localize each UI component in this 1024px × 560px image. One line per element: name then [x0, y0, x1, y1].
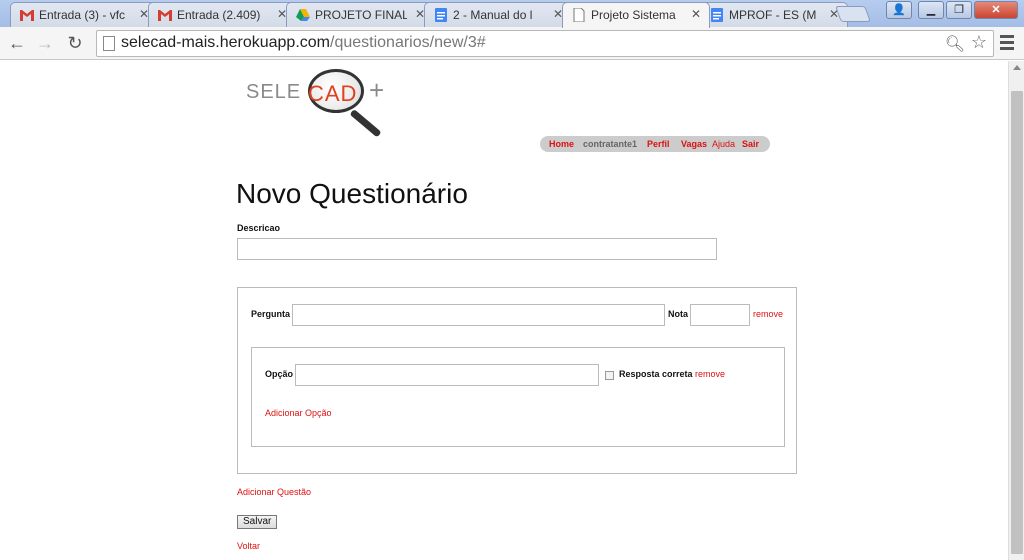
user-icon[interactable]: 👤: [886, 1, 912, 19]
forward-arrow-icon[interactable]: →: [34, 33, 56, 55]
opcao-input[interactable]: [295, 364, 599, 386]
zoom-icon[interactable]: 🔍︎: [945, 34, 965, 54]
top-nav: Home contratante1 Perfil Vagas Ajuda Sai…: [540, 136, 770, 152]
new-tab-button[interactable]: [835, 6, 871, 22]
nav-ajuda[interactable]: Ajuda: [712, 136, 735, 152]
opcao-label: Opção: [265, 369, 294, 379]
docs-icon: [709, 8, 725, 22]
add-question-link[interactable]: Adicionar Questão: [237, 487, 311, 497]
url-text: selecad-mais.herokuapp.com/questionarios…: [121, 34, 486, 51]
page-icon: [571, 7, 587, 23]
magnifier-handle: [349, 109, 382, 138]
descricao-input[interactable]: [237, 238, 717, 260]
reload-icon[interactable]: ↻: [64, 33, 86, 55]
remove-option-link[interactable]: remove: [695, 369, 725, 379]
tab-gmail-2[interactable]: Entrada (2.409) ✕: [148, 2, 296, 27]
pergunta-label: Pergunta: [251, 309, 291, 319]
page-icon: [103, 36, 115, 51]
bookmark-star-icon[interactable]: ☆: [971, 32, 987, 53]
option-box: Opção Resposta correta remove Adicionar …: [251, 347, 785, 447]
resposta-correta-label: Resposta correta: [619, 369, 693, 379]
descricao-label: Descricao: [237, 223, 281, 233]
nav-home[interactable]: Home: [549, 136, 574, 152]
gmail-icon: [19, 8, 35, 22]
window-close-button[interactable]: ✕: [974, 1, 1018, 19]
selecad-logo[interactable]: SELE CAD +: [246, 67, 406, 138]
tab-drive[interactable]: PROJETO FINAL ✕: [286, 2, 434, 27]
address-bar[interactable]: selecad-mais.herokuapp.com/questionarios…: [96, 30, 994, 57]
nav-username: contratante1: [583, 139, 638, 149]
drive-icon: [295, 8, 311, 22]
nav-perfil[interactable]: Perfil: [647, 136, 670, 152]
gmail-icon: [157, 8, 173, 22]
vertical-scrollbar[interactable]: [1008, 61, 1024, 560]
nav-vagas[interactable]: Vagas: [681, 136, 707, 152]
tab-strip: Entrada (3) - vfc ✕ Entrada (2.409) ✕ PR…: [0, 0, 1024, 28]
nota-label: Nota: [668, 309, 688, 319]
scrollbar-thumb[interactable]: [1011, 91, 1023, 554]
back-arrow-icon[interactable]: ←: [6, 33, 28, 55]
back-link[interactable]: Voltar: [237, 541, 260, 551]
page-title: Novo Questionário: [236, 178, 468, 209]
tab-docs-2[interactable]: MPROF - ES (M ✕: [700, 2, 848, 27]
scroll-up-arrow-icon[interactable]: [1013, 65, 1021, 70]
browser-toolbar: ← → ↻ selecad-mais.herokuapp.com/questio…: [0, 27, 1024, 60]
pergunta-input[interactable]: [292, 304, 665, 326]
tab-active-projeto[interactable]: Projeto Sistema ✕: [562, 2, 710, 28]
resposta-correta-checkbox[interactable]: [605, 371, 614, 380]
nav-sair[interactable]: Sair: [742, 136, 759, 152]
minimize-button[interactable]: ▁: [918, 1, 944, 19]
docs-icon: [433, 8, 449, 22]
remove-question-link[interactable]: remove: [753, 309, 783, 319]
tab-gmail-1[interactable]: Entrada (3) - vfc ✕: [10, 2, 158, 27]
close-icon[interactable]: ✕: [691, 7, 701, 21]
question-box: Pergunta Nota remove Opção Resposta corr…: [237, 287, 797, 474]
page-viewport: SELE CAD + Home contratante1 Perfil Vaga…: [0, 61, 1008, 560]
save-button[interactable]: Salvar: [237, 515, 278, 529]
menu-icon[interactable]: [1000, 35, 1014, 53]
nota-input[interactable]: [690, 304, 750, 326]
tab-docs-1[interactable]: 2 - Manual do l ✕: [424, 2, 572, 27]
maximize-button[interactable]: ❐: [946, 1, 972, 19]
add-option-link[interactable]: Adicionar Opção: [265, 408, 332, 418]
